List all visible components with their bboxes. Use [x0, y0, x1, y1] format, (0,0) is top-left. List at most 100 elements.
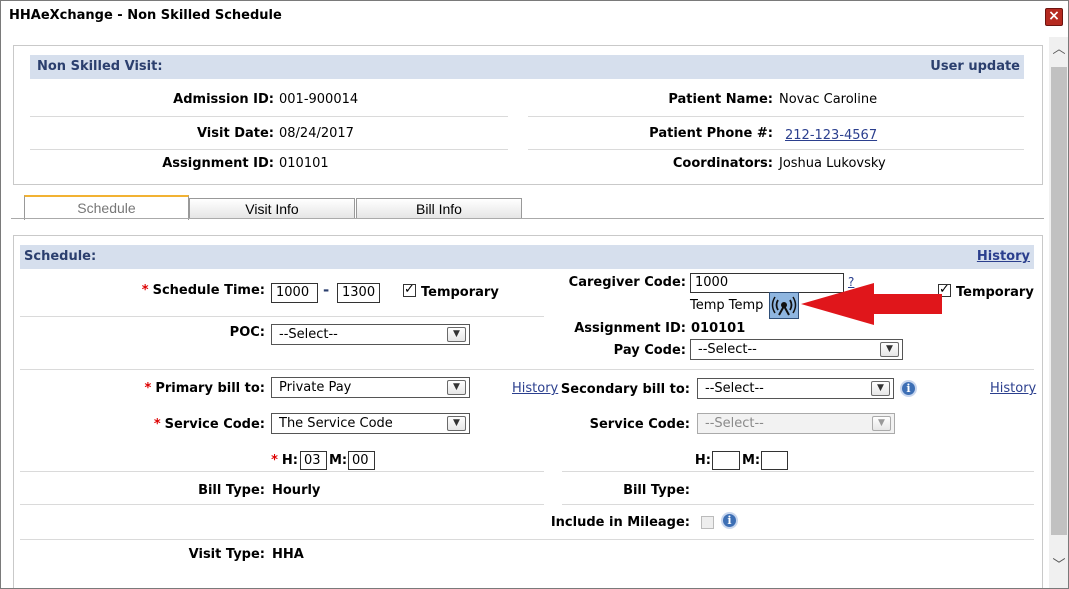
patient-name-value: Novac Caroline	[779, 92, 878, 107]
patient-phone-label: Patient Phone #:	[649, 126, 773, 141]
info-icon[interactable]: i	[721, 512, 738, 529]
service-code-select[interactable]: The Service Code ▼	[271, 413, 470, 434]
visit-date-label: Visit Date:	[196, 126, 274, 141]
chevron-down-icon[interactable]: ﹀	[1049, 555, 1068, 577]
visit-section-title: Non Skilled Visit:	[37, 59, 163, 74]
row-divider	[562, 471, 1034, 472]
required-mark: *	[271, 453, 278, 468]
chevron-down-icon: ▼	[447, 416, 466, 431]
assignment-id-value-schedule: 010101	[691, 321, 746, 336]
secondary-service-code-select-value: --Select--	[705, 416, 764, 431]
secondary-bill-select[interactable]: --Select-- ▼	[697, 378, 894, 399]
hours-input[interactable]: 03	[300, 451, 327, 470]
primary-bill-text: Primary bill to:	[155, 381, 265, 396]
scrollbar-thumb[interactable]	[1051, 67, 1067, 535]
secondary-minutes-label: M:	[742, 453, 761, 468]
poc-select-value: --Select--	[279, 327, 338, 342]
hours-label: * H:	[231, 453, 298, 468]
row-divider	[20, 539, 1034, 540]
time-dash: -	[323, 281, 330, 299]
radio-tower-icon[interactable]	[769, 292, 799, 319]
secondary-bill-type-label: Bill Type:	[623, 483, 690, 498]
required-mark: *	[144, 381, 152, 396]
visit-type-label: Visit Type:	[188, 547, 265, 562]
secondary-bill-select-value: --Select--	[705, 381, 764, 396]
chevron-down-icon: ▼	[447, 380, 466, 395]
red-arrow-icon	[801, 283, 942, 325]
service-code-label: * Service Code:	[101, 417, 265, 432]
chevron-up-icon[interactable]: ︿	[1049, 39, 1068, 61]
tab-bill-info[interactable]: Bill Info	[356, 198, 522, 219]
coordinators-label: Coordinators:	[672, 156, 773, 171]
tab-visit-info[interactable]: Visit Info	[189, 198, 355, 219]
patient-name-label: Patient Name:	[668, 92, 773, 107]
bill-type-value: Hourly	[272, 483, 321, 498]
service-code-select-value: The Service Code	[279, 416, 393, 431]
patient-phone-link[interactable]: 212-123-4567	[785, 128, 877, 143]
row-divider	[20, 504, 544, 505]
temporary-checkbox[interactable]: ✓	[403, 283, 416, 297]
user-update-label: User update	[930, 59, 1020, 74]
include-mileage-label: Include in Mileage:	[550, 515, 690, 530]
poc-label: POC:	[229, 325, 265, 340]
row-divider	[30, 149, 508, 150]
secondary-bill-label: Secondary bill to:	[560, 382, 690, 397]
schedule-time-label: * Schedule Time:	[101, 283, 265, 298]
primary-bill-label: * Primary bill to:	[101, 381, 265, 396]
row-divider	[528, 116, 1024, 117]
include-mileage-checkbox[interactable]	[701, 516, 714, 529]
minutes-label: M:	[329, 453, 348, 468]
row-divider	[20, 471, 544, 472]
required-mark: *	[153, 417, 161, 432]
caregiver-code-label: Caregiver Code:	[568, 275, 686, 290]
assignment-id-label-schedule: Assignment ID:	[574, 321, 686, 336]
primary-bill-select-value: Private Pay	[279, 380, 352, 395]
schedule-time-text: Schedule Time:	[152, 283, 265, 298]
visit-date-value: 08/24/2017	[279, 126, 354, 141]
pay-code-label: Pay Code:	[613, 343, 686, 358]
visit-type-value: HHA	[272, 547, 304, 562]
secondary-hours-label: H:	[694, 453, 711, 468]
caregiver-temporary-label: Temporary	[956, 285, 1034, 300]
vertical-scrollbar[interactable]: ︿ ﹀	[1049, 37, 1068, 588]
window-title: HHAeXchange - Non Skilled Schedule	[9, 8, 282, 23]
dialog-window: HHAeXchange - Non Skilled Schedule × ︿ ﹀…	[0, 0, 1069, 589]
required-mark: *	[141, 283, 149, 298]
pay-code-select[interactable]: --Select-- ▼	[690, 339, 903, 360]
schedule-section-header: Schedule: History	[20, 245, 1034, 269]
chevron-down-icon: ▼	[447, 327, 466, 342]
minutes-input[interactable]: 00	[348, 451, 375, 470]
schedule-section-title: Schedule:	[24, 249, 97, 264]
info-icon[interactable]: i	[900, 380, 917, 397]
bill-type-label: Bill Type:	[198, 483, 265, 498]
row-divider	[562, 504, 1034, 505]
row-divider	[528, 149, 1024, 150]
chevron-down-icon: ▼	[880, 342, 899, 357]
schedule-start-input[interactable]: 1000	[271, 283, 318, 303]
schedule-end-input[interactable]: 1300	[337, 283, 380, 303]
temporary-label: Temporary	[421, 285, 499, 300]
assignment-id-value: 010101	[279, 156, 329, 171]
secondary-service-code-select[interactable]: --Select-- ▼	[697, 413, 895, 434]
secondary-bill-history-link[interactable]: History	[990, 381, 1036, 396]
secondary-minutes-input[interactable]	[761, 451, 788, 470]
secondary-hours-input[interactable]	[712, 451, 740, 470]
tabs-baseline	[11, 218, 1044, 219]
coordinators-value: Joshua Lukovsky	[779, 156, 886, 171]
radio-tower-icon-graphic	[771, 296, 797, 316]
admission-id-value: 001-900014	[279, 92, 359, 107]
close-icon[interactable]: ×	[1045, 8, 1063, 26]
history-link[interactable]: History	[977, 245, 1030, 269]
row-divider	[20, 369, 1034, 370]
poc-select[interactable]: --Select-- ▼	[271, 324, 470, 345]
row-divider	[20, 316, 544, 317]
tab-schedule[interactable]: Schedule	[24, 195, 189, 220]
primary-bill-select[interactable]: Private Pay ▼	[271, 377, 470, 398]
row-divider	[30, 116, 508, 117]
secondary-service-code-label: Service Code:	[589, 417, 690, 432]
assignment-id-label: Assignment ID:	[162, 156, 274, 171]
pay-code-select-value: --Select--	[698, 342, 757, 357]
admission-id-label: Admission ID:	[173, 92, 274, 107]
chevron-down-icon: ▼	[871, 381, 890, 396]
visit-section-header: Non Skilled Visit: User update	[30, 55, 1024, 79]
